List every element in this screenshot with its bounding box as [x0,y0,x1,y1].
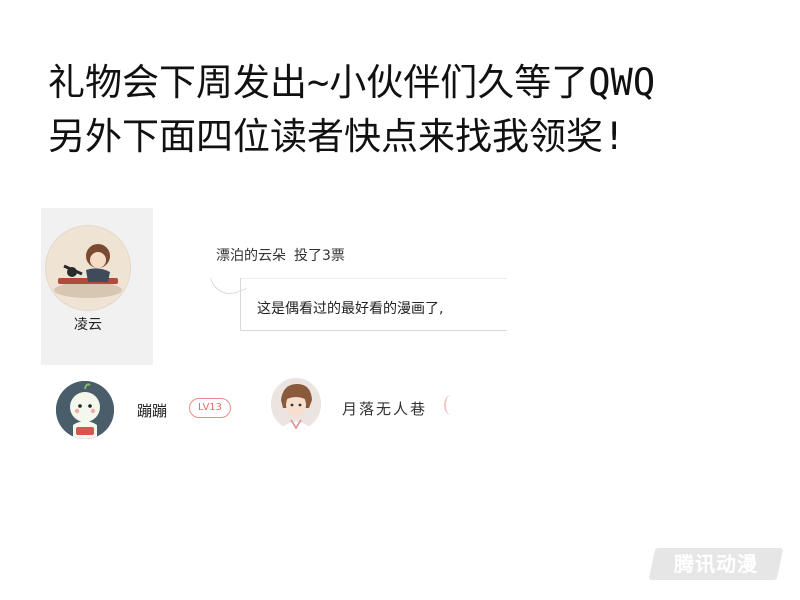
announcement-headline: 礼物会下周发出~小伙伴们久等了QWQ 另外下面四位读者快点来找我领奖! [48,56,788,164]
headline-line-2: 另外下面四位读者快点来找我领奖! [48,115,626,158]
winner-card-lingyun: 凌云 [41,208,153,365]
bun-character-icon [56,381,114,439]
badge-fragment [444,395,458,415]
avatar-illustration-icon [46,226,130,310]
tencent-comic-watermark: 腾讯动漫 [648,548,784,580]
winner-name-yueluo: 月落无人巷 [342,400,428,418]
headline-line-1: 礼物会下周发出~小伙伴们久等了QWQ [48,61,656,104]
winner-name-lingyun: 凌云 [74,317,102,333]
level-badge: LV13 [189,398,231,418]
avatar-bengbeng [56,381,114,439]
comment-bubble: 这是偶看过的最好看的漫画了, [240,278,507,331]
avatar-lingyun [46,226,130,310]
portrait-boy-icon [271,378,321,430]
bubble-divider [241,278,507,279]
comment-header: 漂泊的云朵 投了3票 [216,245,345,265]
winner-name-bengbeng: 蹦蹦 [137,402,168,420]
comment-text: 这是偶看过的最好看的漫画了, [257,301,444,317]
watermark-text: 腾讯动漫 [674,552,758,576]
avatar-yueluo [271,378,321,430]
comment-username: 漂泊的云朵 [216,248,286,264]
comment-action: 投了3票 [294,248,345,264]
